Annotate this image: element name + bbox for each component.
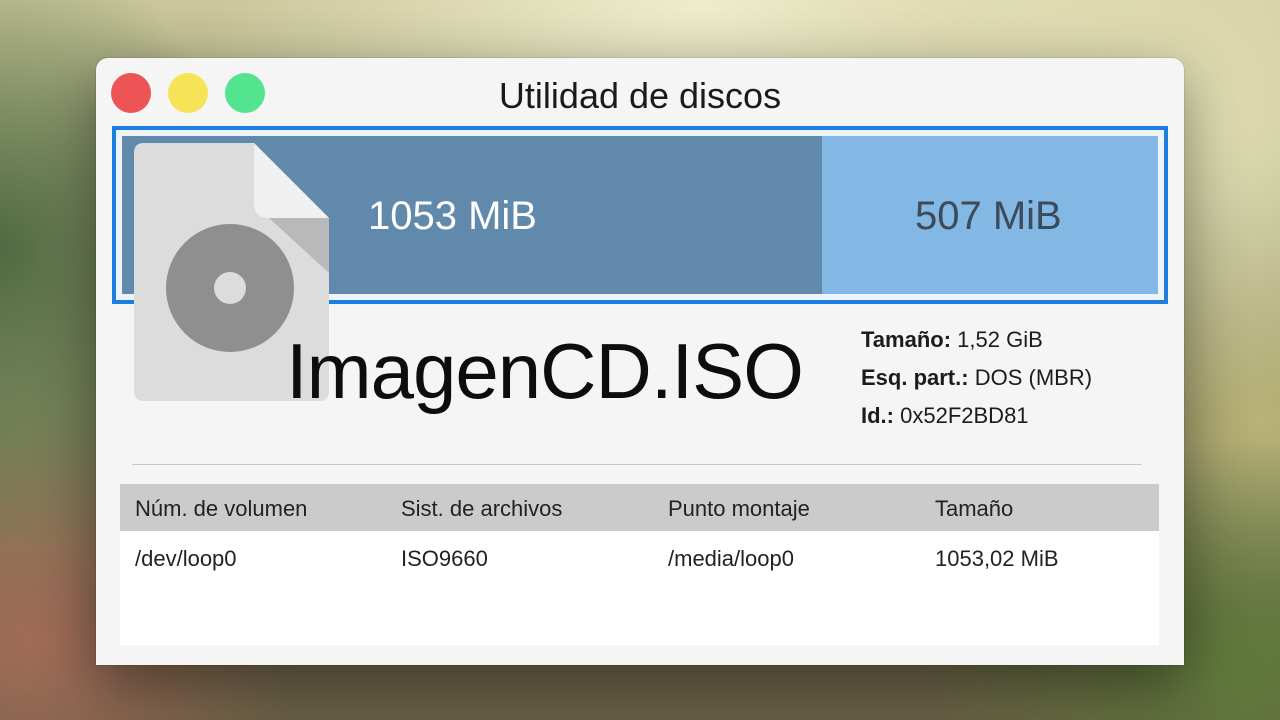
disk-name: ImagenCD.ISO [286,327,804,415]
info-id: Id.: 0x52F2BD81 [861,402,1092,440]
disk-info: Tamaño: 1,52 GiB Esq. part.: DOS (MBR) I… [861,326,1092,440]
cell-mountpoint: /media/loop0 [668,546,794,571]
cell-filesystem: ISO9660 [401,546,488,571]
id-value: 0x52F2BD81 [900,403,1029,428]
partition-2[interactable]: 507 MiB [822,136,1158,294]
id-label: Id.: [861,403,894,428]
divider [132,464,1142,465]
column-header-filesystem[interactable]: Sist. de archivos [401,496,562,522]
cell-size: 1053,02 MiB [935,546,1059,571]
table-header: Núm. de volumen Sist. de archivos Punto … [120,484,1159,531]
partition-1-size: 1053 MiB [368,194,537,238]
window-title: Utilidad de discos [498,75,782,116]
size-label: Tamaño: [861,327,952,352]
disk-utility-window: Utilidad de discos 1053 MiB 507 MiB Imag… [96,58,1184,665]
cell-volume: /dev/loop0 [135,546,237,571]
scheme-label: Esq. part.: [861,365,969,390]
column-header-volume[interactable]: Núm. de volumen [135,496,307,522]
partition-2-size: 507 MiB [915,194,1062,238]
size-value: 1,52 GiB [957,327,1043,352]
volume-table: Núm. de volumen Sist. de archivos Punto … [120,484,1159,645]
scheme-value: DOS (MBR) [974,365,1093,390]
column-header-mountpoint[interactable]: Punto montaje [668,496,810,522]
info-size: Tamaño: 1,52 GiB [861,326,1092,364]
info-partition-scheme: Esq. part.: DOS (MBR) [861,364,1092,402]
column-header-size[interactable]: Tamaño [935,496,1013,522]
